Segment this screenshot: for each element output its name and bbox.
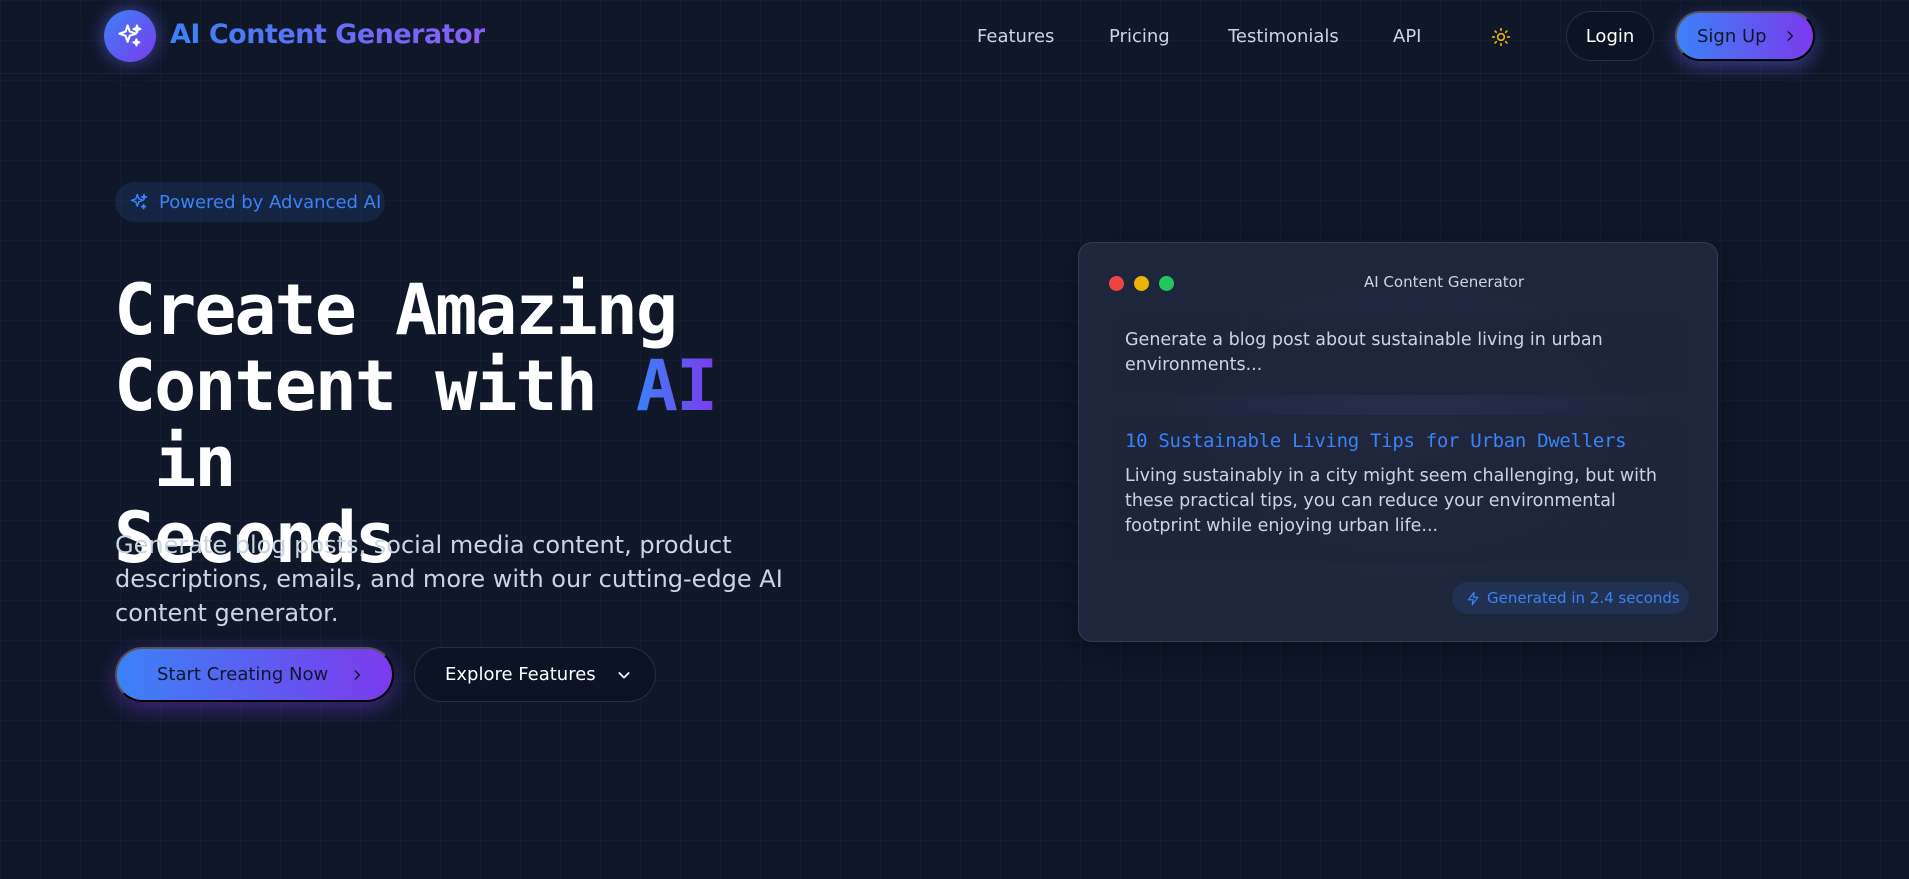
start-creating-button[interactable]: Start Creating Now	[115, 647, 394, 702]
output-text: Living sustainably in a city might seem …	[1125, 466, 1657, 536]
signup-label: Sign Up	[1697, 25, 1767, 47]
preview-window-title: AI Content Generator	[1363, 273, 1525, 291]
nav-link-features[interactable]: Features	[977, 26, 1054, 47]
sparkles-logo-icon[interactable]	[104, 10, 156, 62]
explore-features-button[interactable]: Explore Features	[414, 647, 656, 702]
site-header: AI Content Generator Features Pricing Te…	[0, 0, 1909, 74]
badge-label: Powered by Advanced AI	[159, 191, 382, 213]
output-title: 10 Sustainable Living Tips for Urban Dwe…	[1125, 430, 1627, 452]
start-creating-label: Start Creating Now	[157, 664, 329, 685]
login-button[interactable]: Login	[1566, 11, 1654, 61]
hero-title-line2-pre: Content with	[114, 345, 636, 427]
powered-by-badge: Powered by Advanced AI	[115, 182, 385, 222]
theme-toggle-button[interactable]	[1488, 24, 1514, 50]
logo-text[interactable]: AI Content Generator	[170, 19, 486, 50]
nav-link-testimonials[interactable]: Testimonials	[1228, 26, 1339, 47]
chevron-right-icon	[354, 669, 361, 680]
hero-title-line2-post: in	[114, 421, 236, 503]
generated-time-badge: Generated in 2.4 seconds	[1452, 582, 1689, 614]
output-box: 10 Sustainable Living Tips for Urban Dwe…	[1109, 415, 1689, 563]
prompt-box: Generate a blog post about sustainable l…	[1109, 313, 1689, 395]
login-label: Login	[1585, 25, 1635, 47]
lightning-icon	[1467, 591, 1479, 605]
chevron-right-icon	[1787, 31, 1793, 41]
hero-subtitle: Generate blog posts, social media conten…	[115, 531, 783, 627]
generated-time-label: Generated in 2.4 seconds	[1487, 589, 1680, 607]
sparkles-icon	[130, 193, 148, 210]
chevron-down-icon	[618, 671, 630, 678]
explore-features-label: Explore Features	[445, 664, 596, 685]
generator-preview-window: AI Content Generator Generate a blog pos…	[1078, 242, 1718, 642]
signup-button[interactable]: Sign Up	[1675, 11, 1815, 61]
sun-icon	[1491, 27, 1511, 47]
nav-link-api[interactable]: API	[1393, 26, 1421, 47]
hero-title-accent: AI	[635, 345, 718, 427]
nav-link-pricing[interactable]: Pricing	[1109, 26, 1170, 47]
hero-title-line1: Create Amazing	[114, 269, 678, 351]
